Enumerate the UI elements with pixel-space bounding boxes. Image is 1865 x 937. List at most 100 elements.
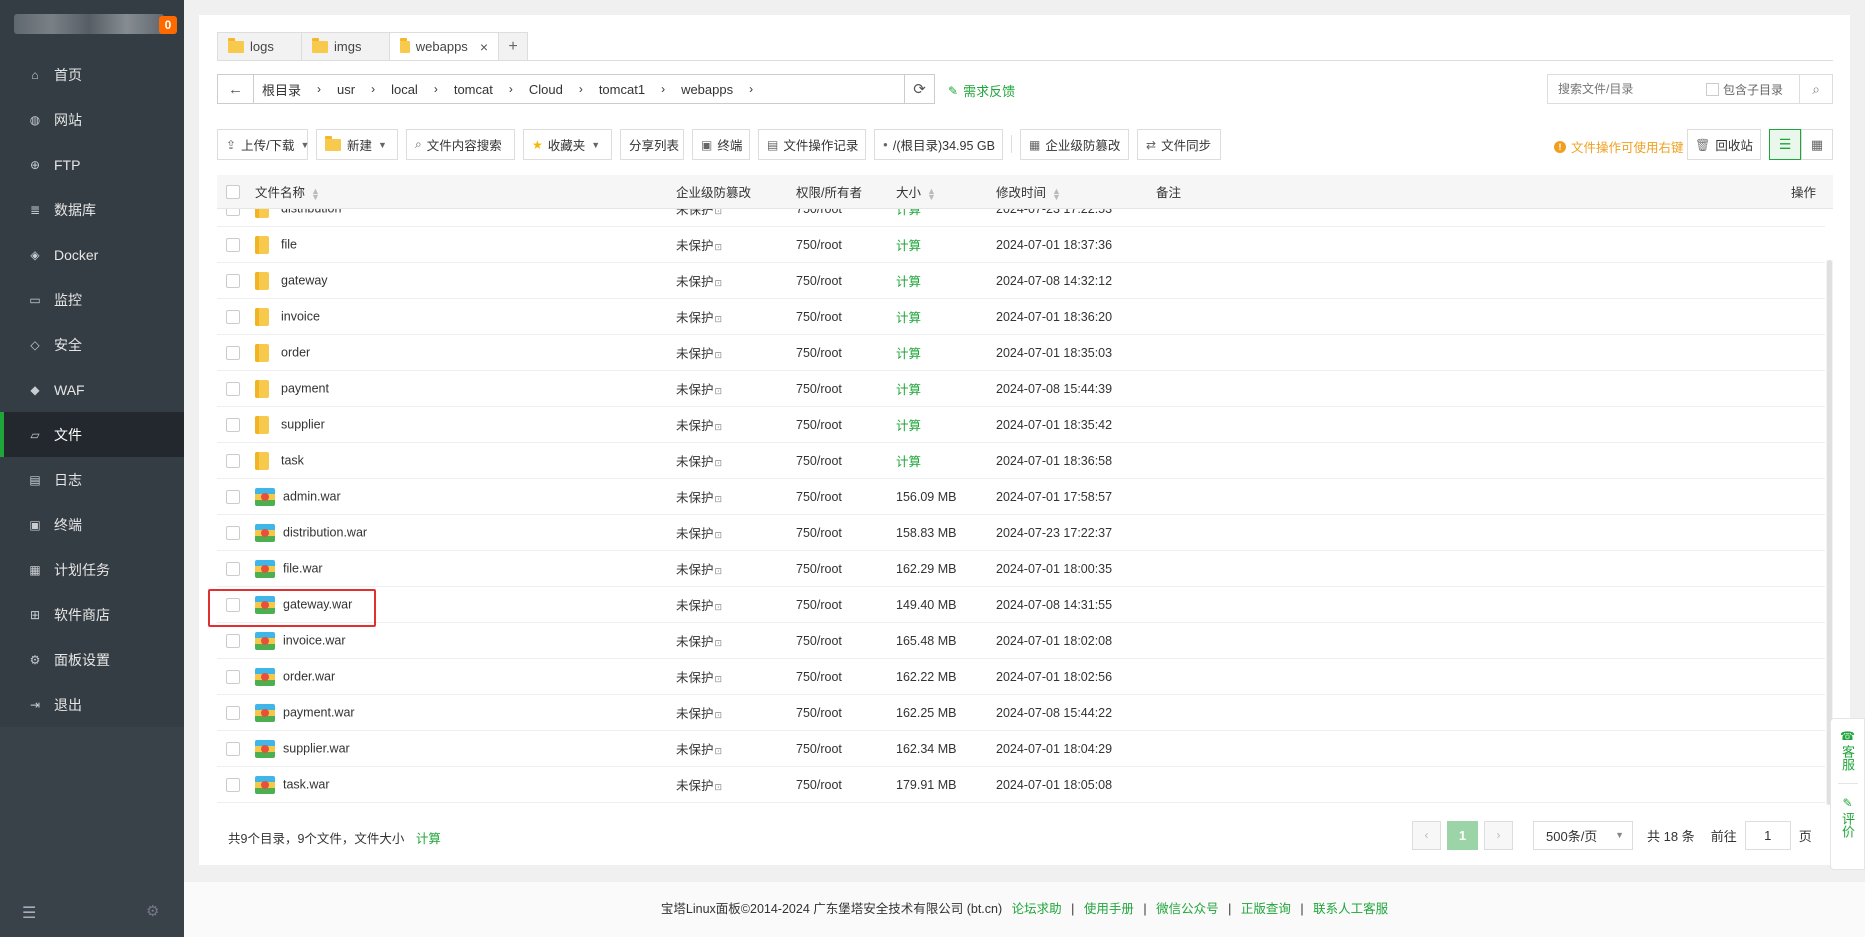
lock-icon[interactable]: ⊡	[715, 350, 723, 360]
row-checkbox[interactable]	[226, 525, 240, 540]
protect-cell[interactable]: 未保护⊡	[676, 739, 722, 758]
breadcrumb-item[interactable]: webapps ›	[673, 82, 761, 97]
protect-cell[interactable]: 未保护⊡	[676, 703, 722, 722]
lock-icon[interactable]: ⊡	[715, 674, 723, 684]
sidebar-item[interactable]: ⌂ 首页	[0, 52, 184, 97]
file-name-cell[interactable]: distribution	[255, 209, 341, 218]
file-name-cell[interactable]: payment	[255, 379, 329, 398]
perm-cell[interactable]: 750/root	[796, 274, 842, 288]
file-sync-button[interactable]: ⇄ 文件同步	[1137, 129, 1221, 160]
perm-cell[interactable]: 750/root	[796, 526, 842, 540]
server-name-blurred[interactable]	[14, 14, 164, 34]
file-name-cell[interactable]: task.war	[255, 775, 330, 794]
row-checkbox[interactable]	[226, 453, 240, 468]
protect-cell[interactable]: 未保护⊡	[676, 415, 722, 434]
perm-cell[interactable]: 750/root	[796, 490, 842, 504]
new-button[interactable]: 新建 ▼	[316, 129, 398, 160]
breadcrumb-item[interactable]: tomcat1 ›	[591, 82, 673, 97]
goto-page-input[interactable]: 1	[1744, 820, 1791, 850]
sort-icon[interactable]: ▲ ▼	[311, 186, 320, 201]
protect-cell[interactable]: 未保护⊡	[676, 307, 722, 326]
file-name-cell[interactable]: order.war	[255, 667, 335, 686]
perm-cell[interactable]: 750/root	[796, 562, 842, 576]
file-name[interactable]: task.war	[283, 777, 330, 791]
table-row[interactable]: file 未保护⊡ 750/root 计算 2024-07-01 18:37:36	[217, 227, 1825, 263]
file-name[interactable]: gateway	[281, 273, 328, 287]
op-log-button[interactable]: ▤ 文件操作记录	[758, 129, 866, 160]
file-name-cell[interactable]: order	[255, 343, 310, 362]
table-row[interactable]: supplier.war 未保护⊡ 750/root 162.34 MB 2024-07…	[217, 731, 1825, 767]
prev-page-button[interactable]: ‹	[1412, 820, 1441, 850]
table-row[interactable]: file.war 未保护⊡ 750/root 162.29 MB 2024-07-01 …	[217, 551, 1825, 587]
sidebar-item[interactable]: ≣ 数据库	[0, 187, 184, 232]
file-name[interactable]: order	[281, 345, 310, 359]
file-name-cell[interactable]: gateway	[255, 271, 328, 290]
protect-cell[interactable]: 未保护⊡	[676, 379, 722, 398]
breadcrumb-item[interactable]: Cloud ›	[521, 82, 591, 97]
lock-icon[interactable]: ⊡	[715, 494, 723, 504]
protect-cell[interactable]: 未保护⊡	[676, 775, 722, 794]
table-row[interactable]: supplier 未保护⊡ 750/root 计算 2024-07-01 18:35:4…	[217, 407, 1825, 443]
table-row[interactable]: invoice 未保护⊡ 750/root 计算 2024-07-01 18:36:20	[217, 299, 1825, 335]
table-row[interactable]: distribution 未保护⊡ 750/root 计算 2024-07-23 17:…	[217, 209, 1825, 227]
row-checkbox[interactable]	[226, 273, 240, 288]
perm-cell[interactable]: 750/root	[796, 346, 842, 360]
license-check-link[interactable]: 正版查询	[1241, 902, 1291, 916]
perm-cell[interactable]: 750/root	[796, 742, 842, 756]
table-row[interactable]: payment.war 未保护⊡ 750/root 162.25 MB 2024-07-…	[217, 695, 1825, 731]
sidebar-item[interactable]: ◍ 网站	[0, 97, 184, 142]
upload-download-button[interactable]: ⇪ 上传/下载 ▼	[217, 129, 309, 160]
lock-icon[interactable]: ⊡	[715, 602, 723, 612]
table-row[interactable]: distribution.war 未保护⊡ 750/root 158.83 MB 202…	[217, 515, 1825, 551]
lock-icon[interactable]: ⊡	[715, 710, 723, 720]
sidebar-item[interactable]: ⊕ FTP	[0, 142, 184, 187]
protect-cell[interactable]: 未保护⊡	[676, 209, 722, 218]
protect-cell[interactable]: 未保护⊡	[676, 451, 722, 470]
table-row[interactable]: order.war 未保护⊡ 750/root 162.22 MB 2024-07-01…	[217, 659, 1825, 695]
protect-cell[interactable]: 未保护⊡	[676, 559, 722, 578]
sidebar-item[interactable]: ◆ WAF	[0, 367, 184, 412]
calc-size-link[interactable]: 计算	[416, 832, 441, 846]
lock-icon[interactable]: ⊡	[715, 458, 723, 468]
perm-cell[interactable]: 750/root	[796, 778, 842, 792]
protect-cell[interactable]: 未保护⊡	[676, 595, 722, 614]
tab-logs[interactable]: logs	[217, 32, 302, 61]
lock-icon[interactable]: ⊡	[715, 422, 723, 432]
file-name-cell[interactable]: task	[255, 451, 304, 470]
row-checkbox[interactable]	[226, 489, 240, 504]
row-checkbox[interactable]	[226, 561, 240, 576]
add-tab-button[interactable]: +	[498, 32, 528, 61]
size-cell[interactable]: 计算	[896, 379, 921, 398]
file-name[interactable]: task	[281, 453, 304, 467]
menu-collapse-icon[interactable]: ☰	[22, 903, 36, 923]
notification-badge[interactable]: 0	[159, 16, 177, 34]
row-checkbox[interactable]	[226, 669, 240, 684]
terminal-button[interactable]: ▣ 终端	[692, 129, 750, 160]
sidebar-item[interactable]: ▣ 终端	[0, 502, 184, 547]
content-search-button[interactable]: ⌕ 文件内容搜索	[406, 129, 515, 160]
include-subdir-checkbox[interactable]	[1706, 82, 1719, 96]
review-button[interactable]: 评价	[1838, 812, 1857, 838]
select-all-checkbox[interactable]	[226, 184, 240, 199]
file-name[interactable]: payment.war	[283, 705, 355, 719]
table-row[interactable]: invoice.war 未保护⊡ 750/root 165.48 MB 2024-07-…	[217, 623, 1825, 659]
row-checkbox[interactable]	[226, 741, 240, 756]
header-name[interactable]: 文件名称 ▲ ▼	[255, 182, 320, 201]
breadcrumb-item[interactable]: tomcat ›	[446, 82, 521, 97]
file-name[interactable]: file	[281, 237, 297, 251]
current-page[interactable]: 1	[1447, 820, 1478, 850]
recycle-bin-button[interactable]: 🗑 回收站	[1687, 129, 1761, 160]
sort-icon[interactable]: ▲ ▼	[927, 186, 936, 201]
sort-icon[interactable]: ▲ ▼	[1052, 186, 1061, 201]
lock-icon[interactable]: ⊡	[715, 566, 723, 576]
row-checkbox[interactable]	[226, 209, 240, 216]
table-row[interactable]: payment 未保护⊡ 750/root 计算 2024-07-08 15:44:39	[217, 371, 1825, 407]
file-name[interactable]: supplier.war	[283, 741, 350, 755]
table-row[interactable]: gateway.war 未保护⊡ 750/root 149.40 MB 2024-07-…	[217, 587, 1825, 623]
file-name[interactable]: invoice	[281, 309, 320, 323]
row-checkbox[interactable]	[226, 237, 240, 252]
feedback-link[interactable]: ✎ 需求反馈	[948, 81, 1015, 100]
row-checkbox[interactable]	[226, 777, 240, 792]
sidebar-item[interactable]: ▤ 日志	[0, 457, 184, 502]
perm-cell[interactable]: 750/root	[796, 382, 842, 396]
